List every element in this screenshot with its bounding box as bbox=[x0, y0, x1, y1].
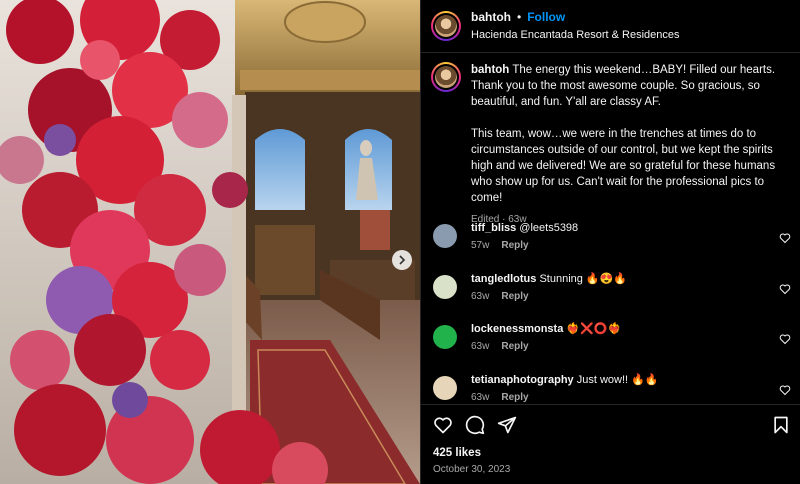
comment-username[interactable]: tangledlotus bbox=[471, 273, 536, 285]
chevron-right-icon bbox=[399, 255, 406, 265]
post-panel: bahtoh • Follow Hacienda Encantada Resor… bbox=[420, 0, 800, 484]
venue-photo bbox=[0, 0, 420, 484]
caption-avatar[interactable] bbox=[431, 62, 461, 92]
heart-outline-icon[interactable] bbox=[779, 384, 791, 396]
reply-button[interactable]: Reply bbox=[501, 392, 528, 403]
reply-button[interactable]: Reply bbox=[501, 291, 528, 302]
bookmark-icon bbox=[774, 416, 788, 434]
reply-button[interactable]: Reply bbox=[501, 341, 528, 352]
post-media[interactable] bbox=[0, 0, 420, 484]
comment-username[interactable]: lockenessmonsta bbox=[471, 323, 563, 335]
follow-button[interactable]: Follow bbox=[527, 9, 565, 25]
paper-plane-icon[interactable] bbox=[497, 415, 517, 435]
comment-time: 63w bbox=[471, 290, 490, 302]
profile-photo bbox=[435, 15, 457, 37]
post-date: October 30, 2023 bbox=[433, 464, 511, 475]
like-count[interactable]: 425 likes bbox=[433, 447, 481, 459]
heart-outline-icon[interactable] bbox=[779, 232, 791, 244]
avatar[interactable] bbox=[431, 11, 461, 41]
location-link[interactable]: Hacienda Encantada Resort & Residences bbox=[471, 27, 680, 43]
caption-paragraph-1: bahtoh The energy this weekend…BABY! Fil… bbox=[471, 62, 793, 110]
next-media-button[interactable] bbox=[392, 250, 412, 270]
comment-time: 63w bbox=[471, 341, 490, 352]
heart-outline-icon[interactable] bbox=[779, 333, 791, 345]
comment-avatar[interactable] bbox=[433, 325, 457, 349]
comment-text: ❤️‍🔥❌⭕❤️‍🔥 bbox=[566, 323, 622, 335]
post-caption: bahtoh The energy this weekend…BABY! Fil… bbox=[431, 62, 793, 228]
comment-avatar[interactable] bbox=[433, 375, 457, 400]
comment-text: Just wow!! 🔥🔥 bbox=[576, 373, 659, 386]
caption-text-2: This team, wow…we were in the trenches a… bbox=[471, 128, 776, 204]
caption-text-1: The energy this weekend…BABY! Filled our… bbox=[471, 64, 776, 108]
comment-list: tiff_bliss @leets5398 57w Reply tangledlo… bbox=[431, 220, 800, 422]
comment-time: 57w bbox=[471, 240, 490, 251]
separator-dot: • bbox=[517, 10, 522, 24]
comment-text: Stunning 🔥😍🔥 bbox=[539, 272, 628, 285]
comment-avatar[interactable] bbox=[433, 224, 457, 248]
comment-avatar[interactable] bbox=[433, 274, 457, 299]
comment-text: @leets5398 bbox=[519, 222, 579, 234]
comment-item: lockenessmonsta ❤️‍🔥❌⭕❤️‍🔥 63w Reply bbox=[431, 321, 800, 372]
reply-button[interactable]: Reply bbox=[501, 240, 528, 251]
comment-username[interactable]: tiff_bliss bbox=[471, 222, 516, 234]
post-header: bahtoh • Follow Hacienda Encantada Resor… bbox=[421, 0, 800, 53]
caption-username[interactable]: bahtoh bbox=[471, 64, 509, 76]
author-username[interactable]: bahtoh bbox=[471, 9, 511, 25]
speech-bubble-icon[interactable] bbox=[465, 415, 485, 435]
comment-item: tangledlotus Stunning 🔥😍🔥 63w Reply bbox=[431, 271, 800, 322]
comment-time: 63w bbox=[471, 391, 490, 403]
profile-photo bbox=[435, 66, 457, 88]
action-bar: 425 likes October 30, 2023 bbox=[421, 404, 800, 484]
comment-item: tiff_bliss @leets5398 57w Reply bbox=[431, 220, 800, 271]
comment-username[interactable]: tetianaphotography bbox=[471, 374, 574, 386]
heart-outline-icon[interactable] bbox=[779, 283, 791, 295]
save-button[interactable] bbox=[771, 415, 791, 440]
heart-outline-icon[interactable] bbox=[433, 415, 453, 435]
